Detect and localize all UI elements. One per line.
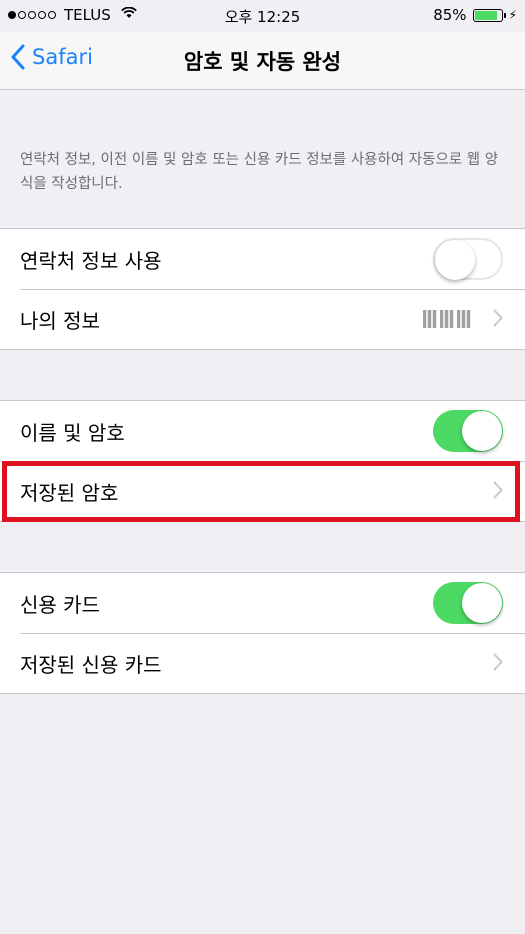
row-names-passwords: 이름 및 암호 [0,401,525,461]
chevron-right-icon [493,481,503,499]
navigation-bar: Safari 암호 및 자동 완성 [0,32,525,90]
password-group: 이름 및 암호 저장된 암호 [0,400,525,522]
row-label: 저장된 신용 카드 [20,653,162,677]
row-label: 연락처 정보 사용 [20,249,162,273]
toggle-knob [462,583,502,623]
battery-icon [472,8,506,22]
row-saved-credit-cards[interactable]: 저장된 신용 카드 [0,633,525,693]
row-label: 신용 카드 [20,593,100,617]
row-my-info[interactable]: 나의 정보 [0,289,525,349]
section-description: 연락처 정보, 이전 이름 및 암호 또는 신용 카드 정보를 사용하여 자동으… [20,152,499,192]
battery-percent: 85% [433,6,467,24]
names-passwords-toggle[interactable] [433,410,503,452]
page-title: 암호 및 자동 완성 [183,50,342,74]
contact-group: 연락처 정보 사용 나의 정보 [0,228,525,350]
status-right: 85% ⚡ [433,6,517,24]
row-label: 저장된 암호 [20,481,119,505]
status-bar: TELUS 오후 12:25 85% ⚡ [0,0,525,32]
row-credit-cards: 신용 카드 [0,573,525,633]
row-label: 나의 정보 [20,309,100,333]
toggle-knob [435,240,475,280]
bolt-icon: ⚡ [508,8,517,22]
credit-cards-toggle[interactable] [433,582,503,624]
row-use-contact-info: 연락처 정보 사용 [0,229,525,289]
chevron-right-icon [493,309,503,327]
row-saved-passwords[interactable]: 저장된 암호 [0,461,525,521]
chevron-right-icon [493,653,503,671]
battery-fill [474,10,497,20]
row-label: 이름 및 암호 [20,421,125,445]
use-contact-info-toggle[interactable] [433,238,503,280]
my-info-value-obscured [423,310,471,328]
credit-card-group: 신용 카드 저장된 신용 카드 [0,572,525,694]
toggle-knob [462,411,502,451]
